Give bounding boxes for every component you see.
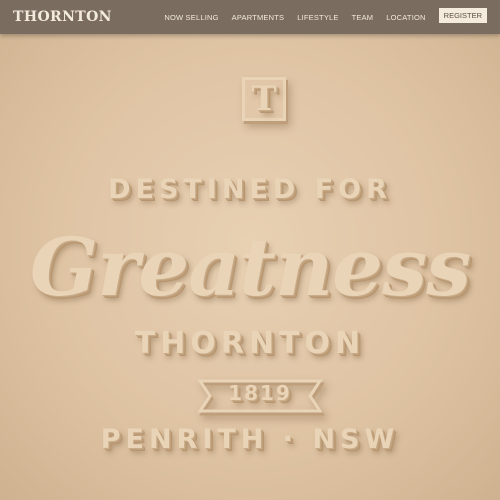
monogram-badge: T — [242, 77, 286, 121]
site-logo[interactable]: THORNTON — [13, 9, 112, 25]
register-button[interactable]: REGISTER — [438, 8, 487, 23]
location-label: PENRITH · NSW — [100, 424, 400, 455]
nav-item-team[interactable]: TEAM — [352, 13, 374, 22]
year-ribbon: 1819 — [196, 377, 324, 415]
hero-tagline: DESTINED FOR — [108, 174, 392, 205]
hero-banner: T DESTINED FOR Greatness THORNTON 1819 P… — [0, 34, 500, 500]
nav-menu: NOW SELLING APARTMENTS LIFESTYLE TEAM LO… — [151, 8, 487, 23]
nav-item-location[interactable]: LOCATION — [386, 13, 425, 22]
nav-item-apartments[interactable]: APARTMENTS — [232, 13, 285, 22]
nav-item-lifestyle[interactable]: LIFESTYLE — [297, 13, 338, 22]
nav-item-now-selling[interactable]: NOW SELLING — [164, 13, 218, 22]
monogram-letter: T — [251, 79, 277, 119]
top-navbar: THORNTON NOW SELLING APARTMENTS LIFESTYL… — [0, 0, 500, 34]
hero-headline: Greatness — [29, 220, 471, 314]
year-label: 1819 — [228, 381, 292, 405]
project-name: THORNTON — [134, 326, 366, 361]
